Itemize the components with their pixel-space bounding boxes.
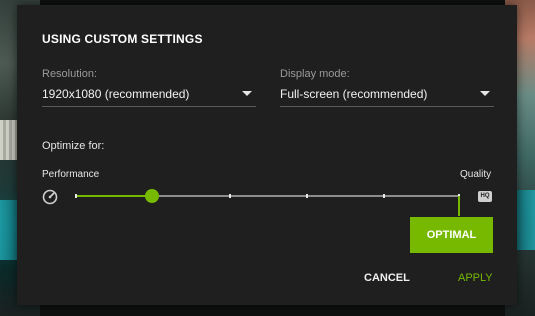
resolution-value: 1920x1080 (recommended)	[42, 87, 190, 101]
slider-fill	[75, 195, 152, 197]
display-mode-label: Display mode:	[280, 68, 350, 80]
slider-tick	[306, 194, 308, 198]
optimize-for-label: Optimize for:	[42, 140, 105, 152]
slider-tick	[75, 194, 77, 198]
optimize-slider[interactable]	[75, 189, 460, 203]
apply-button[interactable]: APPLY	[458, 272, 493, 284]
optimal-button[interactable]: OPTIMAL	[410, 217, 493, 253]
performance-label: Performance	[42, 169, 100, 180]
slider-tick	[383, 194, 385, 198]
speedometer-icon	[42, 189, 58, 205]
custom-settings-dialog: USING CUSTOM SETTINGS Resolution: 1920x1…	[17, 5, 517, 305]
cancel-button[interactable]: CANCEL	[364, 272, 410, 284]
resolution-label: Resolution:	[42, 68, 98, 80]
dialog-title: USING CUSTOM SETTINGS	[42, 32, 203, 46]
slider-thumb[interactable]	[145, 189, 159, 203]
display-mode-value: Full-screen (recommended)	[280, 87, 428, 101]
display-mode-dropdown[interactable]: Full-screen (recommended)	[280, 84, 494, 107]
slider-tick	[229, 194, 231, 198]
chevron-down-icon	[242, 91, 252, 96]
hq-icon: HQ	[478, 191, 492, 202]
quality-label: Quality	[460, 169, 492, 180]
optimal-connector	[458, 196, 460, 216]
chevron-down-icon	[480, 91, 490, 96]
resolution-dropdown[interactable]: 1920x1080 (recommended)	[42, 84, 256, 107]
